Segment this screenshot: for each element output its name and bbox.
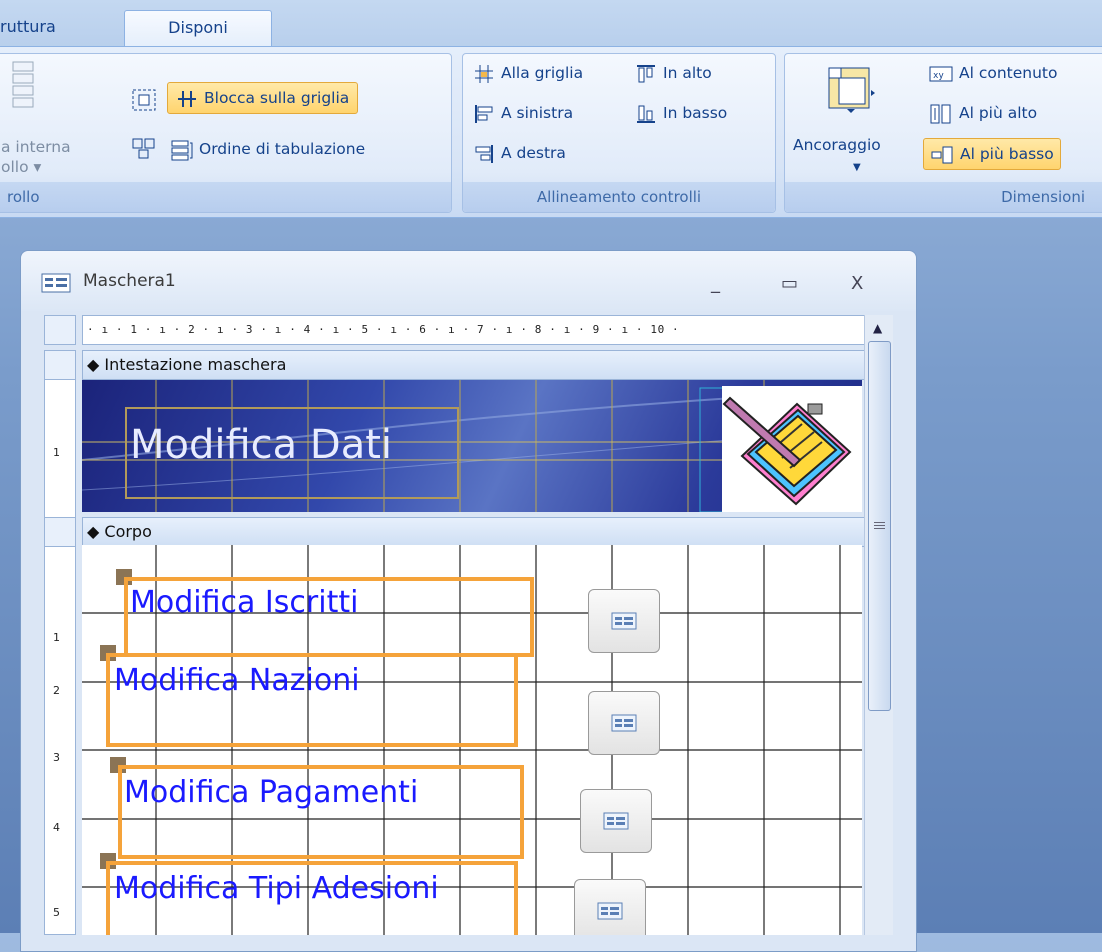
section-body-bar[interactable]: ◆ Corpo <box>82 517 868 547</box>
group-controllo: a interna ollo ▾ Blocca sulla griglia Or… <box>0 53 452 213</box>
ruler-tick: 5 <box>53 906 60 919</box>
button-modifica-nazioni[interactable] <box>588 691 660 755</box>
align-bottom-icon <box>637 105 655 123</box>
size-to-tallest-icon <box>930 104 951 123</box>
group-title-allineamento: Allineamento controlli <box>463 182 775 212</box>
align-top-button[interactable]: In alto <box>635 58 712 88</box>
size-to-tallest-button[interactable]: Al più alto <box>929 98 1037 128</box>
tab-disponi[interactable]: Disponi <box>124 10 272 48</box>
ruler-scale: · ı · 1 · ı · 2 · ı · 3 · ı · 4 · ı · 5 … <box>87 323 680 336</box>
align-bottom-button[interactable]: In basso <box>635 98 727 128</box>
snap-to-grid-button[interactable]: Blocca sulla griglia <box>167 82 359 114</box>
form-icon <box>41 273 71 293</box>
ruler-tick: 2 <box>53 684 60 697</box>
close-button[interactable]: X <box>851 273 863 294</box>
align-right-icon <box>475 144 493 163</box>
group-title-dimensioni: Dimensioni <box>785 182 1102 212</box>
margin-button-label-2: ollo ▾ <box>1 158 42 176</box>
align-right-button[interactable]: A destra <box>473 138 566 168</box>
header-title-label[interactable]: Modifica Dati <box>130 422 392 468</box>
command-button-icon <box>611 714 637 732</box>
section-selector-body[interactable] <box>44 517 76 547</box>
align-right-label: A destra <box>501 144 566 162</box>
tab-order-icon <box>171 140 193 160</box>
clipboard-pen-image[interactable] <box>722 386 862 512</box>
button-modifica-tipi-adesioni[interactable] <box>574 879 646 935</box>
anchor-dropdown-icon: ▼ <box>853 162 861 173</box>
button-modifica-pagamenti[interactable] <box>580 789 652 853</box>
group-allineamento: Alla griglia In alto A sinistra In basso <box>462 53 776 213</box>
snap-to-grid-label: Blocca sulla griglia <box>204 89 350 107</box>
snap-grid-icon <box>178 90 196 107</box>
tab-order-label: Ordine di tabulazione <box>199 140 366 158</box>
command-button-icon <box>597 902 623 920</box>
control-padding-icon[interactable] <box>131 88 157 112</box>
align-bottom-label: In basso <box>663 104 728 122</box>
scroll-grip-icon <box>874 522 885 523</box>
command-button-icon <box>603 812 629 830</box>
anchor-icon <box>828 67 875 113</box>
ruler-tick: 4 <box>53 821 60 834</box>
align-grid-icon <box>475 64 493 83</box>
minimize-button[interactable]: _ <box>711 273 720 294</box>
button-modifica-iscritti[interactable] <box>588 589 660 653</box>
scroll-up-icon[interactable]: ▲ <box>873 321 882 335</box>
svg-text:xy: xy <box>933 71 944 81</box>
group-controls-icon[interactable] <box>131 136 157 160</box>
ribbon-tab-bar: ruttura Disponi <box>0 0 1102 48</box>
align-left-icon <box>475 104 493 123</box>
label-modifica-pagamenti-text: Modifica Pagamenti <box>124 775 419 810</box>
size-to-shortest-label: Al più basso <box>960 145 1054 163</box>
section-selector-header[interactable] <box>44 350 76 380</box>
label-modifica-nazioni-text: Modifica Nazioni <box>114 663 360 698</box>
align-top-label: In alto <box>663 64 712 82</box>
anchor-button[interactable]: Ancoraggio ▼ <box>789 58 911 176</box>
form-window-title: Maschera1 <box>83 271 176 291</box>
ruler-tick: 1 <box>53 446 60 459</box>
align-to-grid-label: Alla griglia <box>501 64 584 82</box>
vertical-ruler[interactable]: 1 1 2 3 4 5 <box>44 350 76 935</box>
anchor-label: Ancoraggio <box>793 136 881 154</box>
size-to-fit-label: Al contenuto <box>959 64 1058 82</box>
section-header-bar[interactable]: ◆ Intestazione maschera <box>82 350 868 380</box>
maximize-button[interactable]: ▭ <box>781 273 798 294</box>
ruler-tick: 3 <box>53 751 60 764</box>
form-header-band: Modifica Dati <box>82 380 862 512</box>
form-selector[interactable] <box>44 315 76 345</box>
size-to-fit-button[interactable]: xy Al contenuto <box>929 58 1058 88</box>
form-window-titlebar[interactable]: Maschera1 _ ▭ X <box>21 251 916 311</box>
horizontal-ruler[interactable]: · ı · 1 · ı · 2 · ı · 3 · ı · 4 · ı · 5 … <box>82 315 866 345</box>
label-modifica-iscritti-text: Modifica Iscritti <box>130 585 359 620</box>
vertical-scrollbar[interactable]: ▲ <box>864 315 893 935</box>
align-left-button[interactable]: A sinistra <box>473 98 573 128</box>
ribbon: a interna ollo ▾ Blocca sulla griglia Or… <box>0 46 1102 218</box>
group-dimensioni: Ancoraggio ▼ xy Al contenuto Al più alto… <box>784 53 1102 213</box>
command-button-icon <box>611 612 637 630</box>
align-top-icon <box>637 64 655 82</box>
size-to-shortest-icon <box>931 146 953 163</box>
align-left-label: A sinistra <box>501 104 574 122</box>
align-to-grid-button[interactable]: Alla griglia <box>473 58 583 88</box>
size-to-shortest-button[interactable]: Al più basso <box>923 138 1061 170</box>
group-title-controllo: rollo <box>0 182 451 212</box>
scroll-thumb[interactable] <box>868 341 891 711</box>
stacked-layout-icon <box>12 61 34 108</box>
label-modifica-tipi-adesioni-text: Modifica Tipi Adesioni <box>114 871 439 906</box>
form-body-grid: Modifica Iscritti Modifica Nazioni Modif… <box>82 545 862 935</box>
tab-struttura[interactable]: ruttura <box>0 10 115 46</box>
tab-order-button[interactable]: Ordine di tabulazione <box>171 134 365 164</box>
ruler-tick: 1 <box>53 631 60 644</box>
size-to-fit-icon: xy <box>929 66 953 81</box>
size-to-tallest-label: Al più alto <box>959 104 1038 122</box>
